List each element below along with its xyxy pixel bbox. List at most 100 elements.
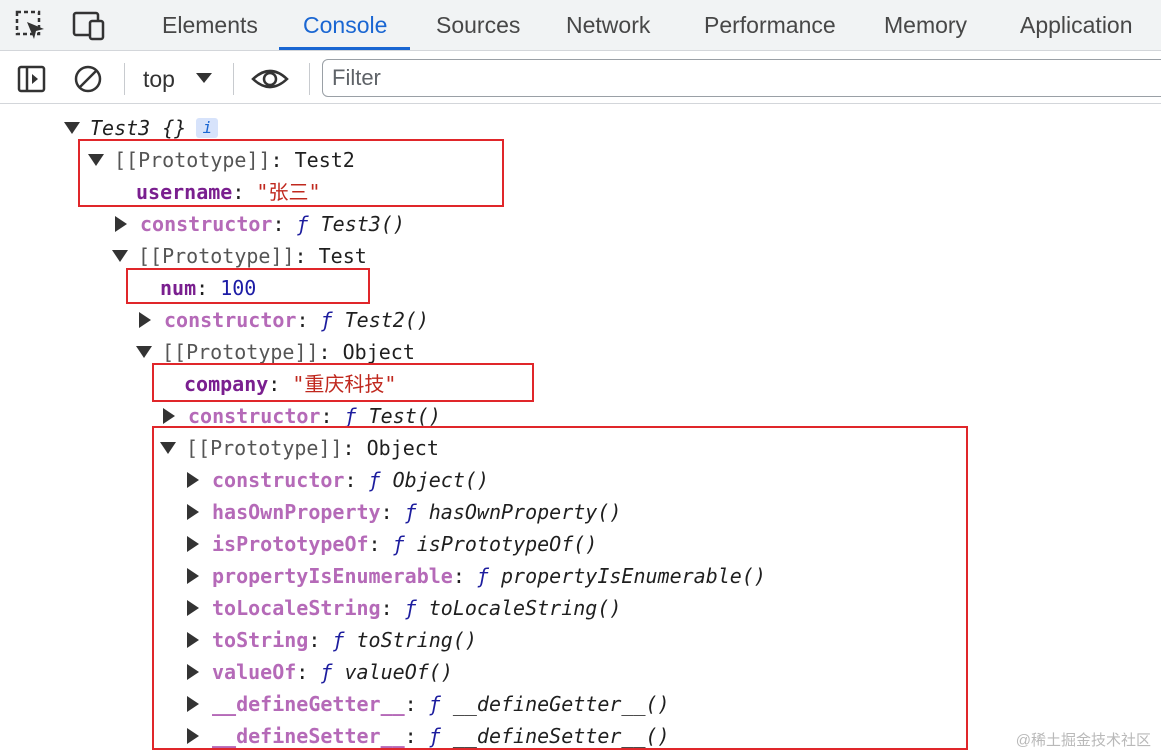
collapsed-triangle-icon[interactable] [187,503,199,520]
property-key: constructor [164,308,297,332]
tree-row-propertyisenumerable[interactable]: propertyIsEnumerable: ƒ propertyIsEnumer… [184,560,766,592]
property-key: num [160,276,197,300]
toolbar-divider [124,63,125,95]
tree-row-prototype-object[interactable]: [[Prototype]]: Object [136,336,415,368]
prototype-type: Object [366,436,439,460]
collapsed-triangle-icon[interactable] [187,695,199,712]
object-name: Test3 [90,116,151,140]
property-key: toString [212,628,309,652]
tree-row-num: num: 100 [160,276,257,300]
function-icon: ƒ [428,724,441,748]
tab-network[interactable]: Network [566,0,650,50]
prototype-label: [[Prototype]] [186,436,343,460]
expand-triangle-icon[interactable] [112,249,128,262]
collapsed-triangle-icon[interactable] [139,311,151,328]
function-icon: ƒ [404,500,417,524]
property-key: __defineGetter__ [212,692,405,716]
tree-row-object-constructor[interactable]: constructor: ƒ Object() [184,464,489,496]
console-toolbar: top [0,51,1161,104]
tab-elements[interactable]: Elements [162,0,258,50]
function-name: propertyIsEnumerable() [501,564,766,588]
chevron-down-icon[interactable] [196,73,212,83]
tree-row-isprototypeof[interactable]: isPrototypeOf: ƒ isPrototypeOf() [184,528,597,560]
tree-row-tolocalestring[interactable]: toLocaleString: ƒ toLocaleString() [184,592,621,624]
property-value: "重庆科技" [292,372,397,396]
function-name: isPrototypeOf() [416,532,598,556]
tree-row-company: company: "重庆科技" [184,372,397,396]
function-name: Object() [392,468,489,492]
tree-row-constructor-test[interactable]: constructor: ƒ Test() [160,400,441,432]
collapsed-triangle-icon[interactable] [187,567,199,584]
function-icon: ƒ [392,532,405,556]
property-value: 100 [220,276,257,300]
inspect-element-icon[interactable] [14,9,48,43]
tree-row-valueof[interactable]: valueOf: ƒ valueOf() [184,656,453,688]
tree-row-constructor-test3[interactable]: constructor: ƒ Test3() [112,208,405,240]
tree-row-prototype-object-base[interactable]: [[Prototype]]: Object [160,432,439,464]
tree-row-prototype-test[interactable]: [[Prototype]]: Test [112,240,367,272]
function-icon: ƒ [428,692,441,716]
collapsed-triangle-icon[interactable] [187,471,199,488]
property-key: isPrototypeOf [212,532,369,556]
colon: : [342,436,367,460]
function-icon: ƒ [332,628,345,652]
function-name: Test2() [344,308,429,332]
property-key: constructor [140,212,273,236]
tree-row-root[interactable]: Test3 {} i [64,112,219,144]
property-key: hasOwnProperty [212,500,381,524]
property-key: constructor [212,468,345,492]
tree-row-definegetter[interactable]: __defineGetter__: ƒ __defineGetter__() [184,688,670,720]
function-name: __defineSetter__() [452,724,670,748]
tree-row-constructor-test2[interactable]: constructor: ƒ Test2() [136,304,429,336]
function-icon: ƒ [320,660,333,684]
expand-triangle-icon[interactable] [64,121,80,134]
devtools-tab-bar: Elements Console Sources Network Perform… [0,0,1161,51]
context-selector[interactable]: top [143,63,175,95]
collapsed-triangle-icon[interactable] [115,215,127,232]
prototype-label: [[Prototype]] [162,340,319,364]
function-icon: ƒ [344,404,357,428]
property-key: toLocaleString [212,596,381,620]
collapsed-triangle-icon[interactable] [187,535,199,552]
tab-sources[interactable]: Sources [436,0,520,50]
property-key: valueOf [212,660,297,684]
expand-triangle-icon[interactable] [136,345,152,358]
console-output: Test3 {} i [[Prototype]]: Test2 username:… [0,104,1161,754]
colon: : [270,148,295,172]
tab-console[interactable]: Console [278,0,411,50]
function-name: valueOf() [344,660,453,684]
function-icon: ƒ [296,212,309,236]
tab-performance[interactable]: Performance [704,0,836,50]
collapsed-triangle-icon[interactable] [187,663,199,680]
live-expression-eye-icon[interactable] [250,63,290,95]
collapsed-triangle-icon[interactable] [163,407,175,424]
prototype-type: Object [342,340,415,364]
tree-row-definesetter[interactable]: __defineSetter__: ƒ __defineSetter__() [184,720,670,752]
prototype-label: [[Prototype]] [114,148,271,172]
filter-input[interactable] [322,59,1161,97]
property-key: propertyIsEnumerable [212,564,453,588]
function-name: Test() [368,404,441,428]
prototype-label: [[Prototype]] [138,244,295,268]
expand-triangle-icon[interactable] [88,153,104,166]
collapsed-triangle-icon[interactable] [187,727,199,744]
colon: : [294,244,319,268]
object-braces: {} [162,116,187,140]
tree-row-hasownproperty[interactable]: hasOwnProperty: ƒ hasOwnProperty() [184,496,621,528]
tab-application[interactable]: Application [1020,0,1133,50]
colon: : [318,340,343,364]
info-icon[interactable]: i [196,117,219,138]
tab-memory[interactable]: Memory [884,0,967,50]
device-toolbar-icon[interactable] [72,9,106,43]
expand-triangle-icon[interactable] [160,441,176,454]
collapsed-triangle-icon[interactable] [187,599,199,616]
function-name: toString() [356,628,477,652]
collapsed-triangle-icon[interactable] [187,631,199,648]
sidebar-toggle-icon[interactable] [16,63,48,95]
function-name: __defineGetter__() [452,692,670,716]
function-name: toLocaleString() [428,596,622,620]
watermark: @稀土掘金技术社区 [1015,732,1151,749]
clear-console-icon[interactable] [72,63,104,95]
tree-row-prototype-test2[interactable]: [[Prototype]]: Test2 [88,144,355,176]
tree-row-tostring[interactable]: toString: ƒ toString() [184,624,477,656]
